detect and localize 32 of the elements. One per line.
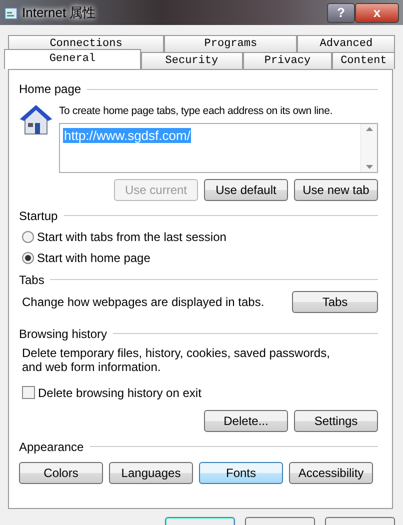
scroll-up-icon[interactable]	[366, 126, 372, 131]
section-title: Tabs	[19, 272, 44, 289]
window-title: Internet 属性	[22, 4, 96, 22]
section-title: Home page	[19, 81, 82, 98]
section-title: Appearance	[19, 438, 84, 456]
button[interactable]: Use new tab	[294, 178, 378, 201]
tab[interactable]: Programs	[164, 35, 298, 52]
window-icon	[4, 6, 18, 20]
button[interactable]: Fonts	[199, 462, 283, 484]
tab[interactable]: Privacy	[242, 52, 332, 69]
button[interactable]: Use default	[204, 178, 288, 201]
description-text: Change how webpages are displayed in tabs.	[22, 294, 264, 311]
tab[interactable]: Security	[140, 52, 242, 69]
checkbox-option[interactable]: Delete browsing history on exit	[22, 384, 378, 402]
button[interactable]: Languages	[109, 462, 193, 484]
instruction-text: To create home page tabs, type each address on its own line.	[59, 104, 334, 119]
description-text: Delete temporary files, history, cookies, saved passwords, and web form information.	[22, 346, 331, 374]
button[interactable]: Delete...	[204, 410, 288, 432]
section-title: Startup	[19, 208, 58, 225]
tab[interactable]: Advanced	[297, 35, 395, 52]
tab[interactable]: Content	[332, 52, 395, 69]
close-button[interactable]: x	[355, 2, 399, 22]
button[interactable]: Colors	[19, 462, 103, 484]
button[interactable]: Tabs	[292, 290, 378, 313]
radio-option[interactable]: Start with home page	[22, 248, 378, 267]
button[interactable]: Accessibility	[289, 462, 373, 484]
button[interactable]: Settings	[294, 410, 378, 432]
section-title: Browsing history	[19, 326, 108, 343]
scroll-down-icon[interactable]	[366, 164, 372, 169]
radio-option[interactable]: Start with tabs from the last session	[22, 228, 378, 246]
tab[interactable]: General	[4, 49, 141, 69]
house-icon	[19, 104, 53, 136]
